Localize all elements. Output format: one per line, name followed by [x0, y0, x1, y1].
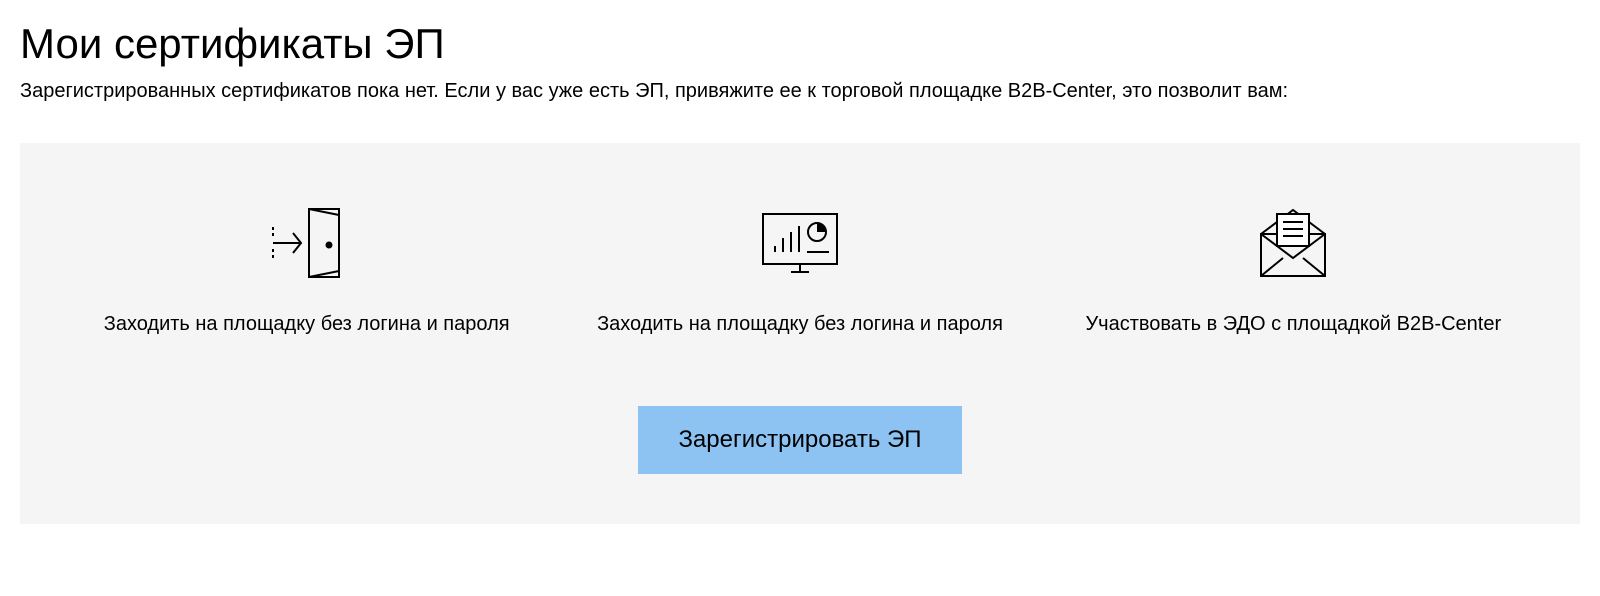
register-ep-button[interactable]: Зарегистрировать ЭП: [638, 406, 961, 474]
envelope-document-icon: [1251, 203, 1335, 283]
login-door-icon: [265, 203, 349, 283]
benefit-text: Участвовать в ЭДО с площадкой B2B-Center: [1085, 313, 1501, 336]
benefit-text: Заходить на площадку без логина и пароля: [104, 313, 510, 336]
cta-wrap: Зарегистрировать ЭП: [60, 406, 1540, 474]
benefit-login: Заходить на площадку без логина и пароля: [60, 203, 553, 336]
benefit-text: Заходить на площадку без логина и пароля: [597, 313, 1003, 336]
analytics-monitor-icon: [757, 203, 843, 283]
page-subtitle: Зарегистрированных сертификатов пока нет…: [20, 80, 1580, 103]
benefit-analytics: Заходить на площадку без логина и пароля: [553, 203, 1046, 336]
benefits-panel: Заходить на площадку без логина и пароля: [20, 143, 1580, 524]
benefits-row: Заходить на площадку без логина и пароля: [60, 203, 1540, 336]
benefit-edo: Участвовать в ЭДО с площадкой B2B-Center: [1047, 203, 1540, 336]
page-title: Мои сертификаты ЭП: [20, 20, 1580, 68]
